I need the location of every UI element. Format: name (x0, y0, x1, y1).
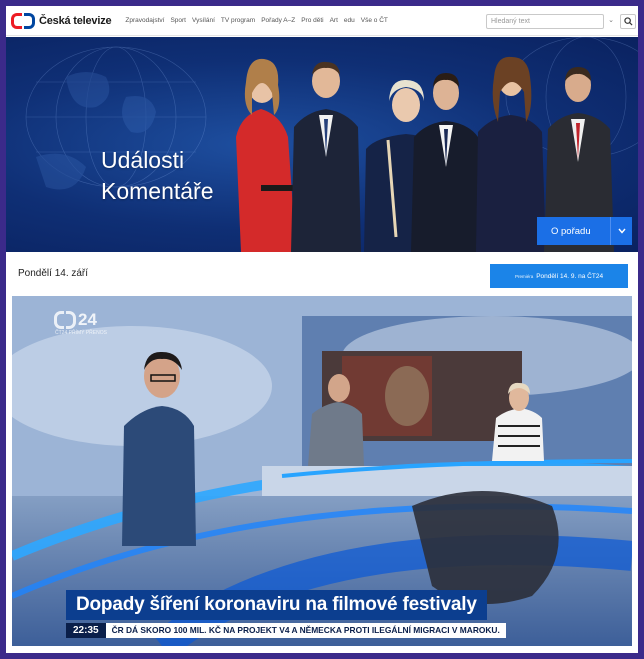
nav-item-edu[interactable]: edu (344, 17, 355, 24)
show-title-line-2: Komentáře (101, 178, 214, 204)
ticker-time: 22:35 (66, 623, 106, 638)
presenter-2 (291, 61, 361, 252)
ticker-text: ČR DÁ SKORO 100 MIL. KČ NA PROJEKT V4 A … (105, 623, 506, 638)
search-button[interactable] (620, 14, 636, 29)
nav-item-tv-program[interactable]: TV program (221, 17, 255, 24)
about-show-label: O pořadu (551, 225, 591, 237)
ct-logo[interactable]: Česká televize (11, 12, 112, 29)
channel-subtitle: ČT24 PŘÍMÝ PŘENOS (55, 330, 107, 336)
main-menu: Zpravodajství Sport Vysílání TV program … (125, 17, 387, 24)
page-frame: Česká televize Zpravodajství Sport Vysíl… (6, 6, 638, 653)
logo-text: Česká televize (39, 14, 112, 27)
chevron-down-icon[interactable] (610, 217, 632, 245)
nav-item-porady[interactable]: Pořady A–Z (261, 17, 295, 24)
presenter-5 (476, 56, 546, 252)
presenter-4 (411, 73, 481, 252)
search-icon (623, 17, 633, 26)
news-headline-bar: Dopady šíření koronaviru na filmové fest… (66, 590, 487, 620)
top-navigation: Česká televize Zpravodajství Sport Vysíl… (6, 6, 638, 36)
nav-item-art[interactable]: Art (330, 17, 338, 24)
ct24-channel-logo: 24 ČT24 PŘÍMÝ PŘENOS (54, 310, 107, 336)
about-show-button[interactable]: O pořadu (537, 217, 632, 245)
air-date-label: Pondělí 14. 9. na ČT24 (536, 272, 604, 280)
nav-item-sport[interactable]: Sport (170, 17, 186, 24)
nav-item-vysilani[interactable]: Vysílání (192, 17, 215, 24)
nav-item-vse-o-ct[interactable]: Vše o ČT (361, 17, 388, 24)
premiere-label: Premiéra (514, 273, 534, 279)
episode-date: Pondělí 14. září (18, 268, 89, 279)
ct-logo-icon (11, 12, 35, 29)
show-title-line-1: Události (101, 147, 185, 173)
show-title: Události Komentáře (101, 145, 214, 207)
presenter-1 (236, 58, 297, 252)
news-ticker: 22:35 ČR DÁ SKORO 100 MIL. KČ NA PROJEKT… (66, 623, 506, 638)
ct-logo-icon (54, 311, 76, 329)
nav-item-pro-deti[interactable]: Pro děti (301, 17, 323, 24)
search-input[interactable]: Hledaný text (486, 14, 604, 29)
episode-date-bar: Pondělí 14. září Premiéra Pondělí 14. 9.… (6, 252, 638, 296)
air-date-button[interactable]: Premiéra Pondělí 14. 9. na ČT24 (490, 264, 628, 288)
search-dropdown-icon[interactable]: ⌄ (606, 14, 616, 29)
nav-item-zpravodajstvi[interactable]: Zpravodajství (125, 17, 164, 24)
show-hero-banner: Události Komentáře O pořadu (6, 37, 638, 252)
news-headline: Dopady šíření koronaviru na filmové fest… (76, 594, 477, 615)
channel-number: 24 (78, 310, 97, 329)
video-player[interactable]: 24 ČT24 PŘÍMÝ PŘENOS Dopady šíření koron… (12, 296, 632, 646)
